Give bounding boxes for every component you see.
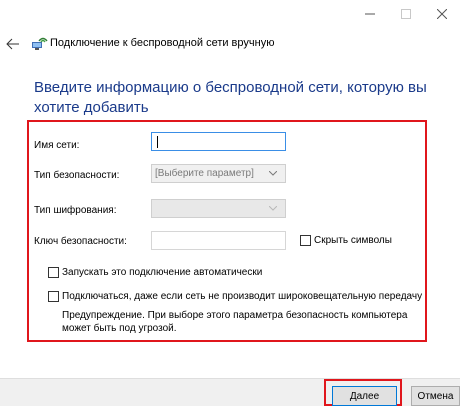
chevron-down-icon	[269, 206, 277, 211]
back-arrow-icon[interactable]	[6, 37, 20, 51]
close-icon	[437, 9, 447, 19]
security-type-label: Тип безопасности:	[34, 170, 120, 181]
caption-buttons	[352, 0, 460, 28]
security-key-label: Ключ безопасности:	[34, 236, 127, 247]
network-icon	[32, 37, 48, 50]
connect-hidden-checkbox[interactable]	[48, 291, 59, 302]
auto-connect-label: Запускать это подключение автоматически	[62, 267, 263, 278]
connect-hidden-label: Подключаться, даже если сеть не производ…	[62, 291, 423, 302]
hide-chars-label: Скрыть символы	[314, 235, 392, 246]
next-button[interactable]: Далее	[332, 386, 397, 406]
maximize-icon	[401, 9, 411, 19]
auto-connect-checkbox[interactable]	[48, 267, 59, 278]
encryption-type-label: Тип шифрования:	[34, 205, 117, 216]
chevron-down-icon	[269, 171, 277, 176]
security-key-input[interactable]	[151, 231, 286, 250]
minimize-button[interactable]	[352, 0, 388, 28]
security-type-select[interactable]: [Выберите параметр]	[151, 164, 286, 183]
maximize-button[interactable]	[388, 0, 424, 28]
network-name-label: Имя сети:	[34, 140, 80, 151]
wizard-title: Подключение к беспроводной сети вручную	[50, 37, 275, 49]
page-heading: Введите информацию о беспроводной сети, …	[34, 79, 427, 116]
close-button[interactable]	[424, 0, 460, 28]
hide-chars-checkbox[interactable]	[300, 235, 311, 246]
text-caret	[157, 136, 158, 148]
encryption-type-select[interactable]	[151, 199, 286, 218]
network-name-input[interactable]	[151, 132, 286, 151]
security-warning: Предупреждение. При выборе этого парамет…	[62, 310, 408, 334]
wizard-window: Подключение к беспроводной сети вручную …	[0, 0, 460, 406]
minimize-icon	[365, 13, 375, 15]
cancel-button[interactable]: Отмена	[411, 386, 460, 406]
security-type-value: [Выберите параметр]	[155, 168, 254, 179]
